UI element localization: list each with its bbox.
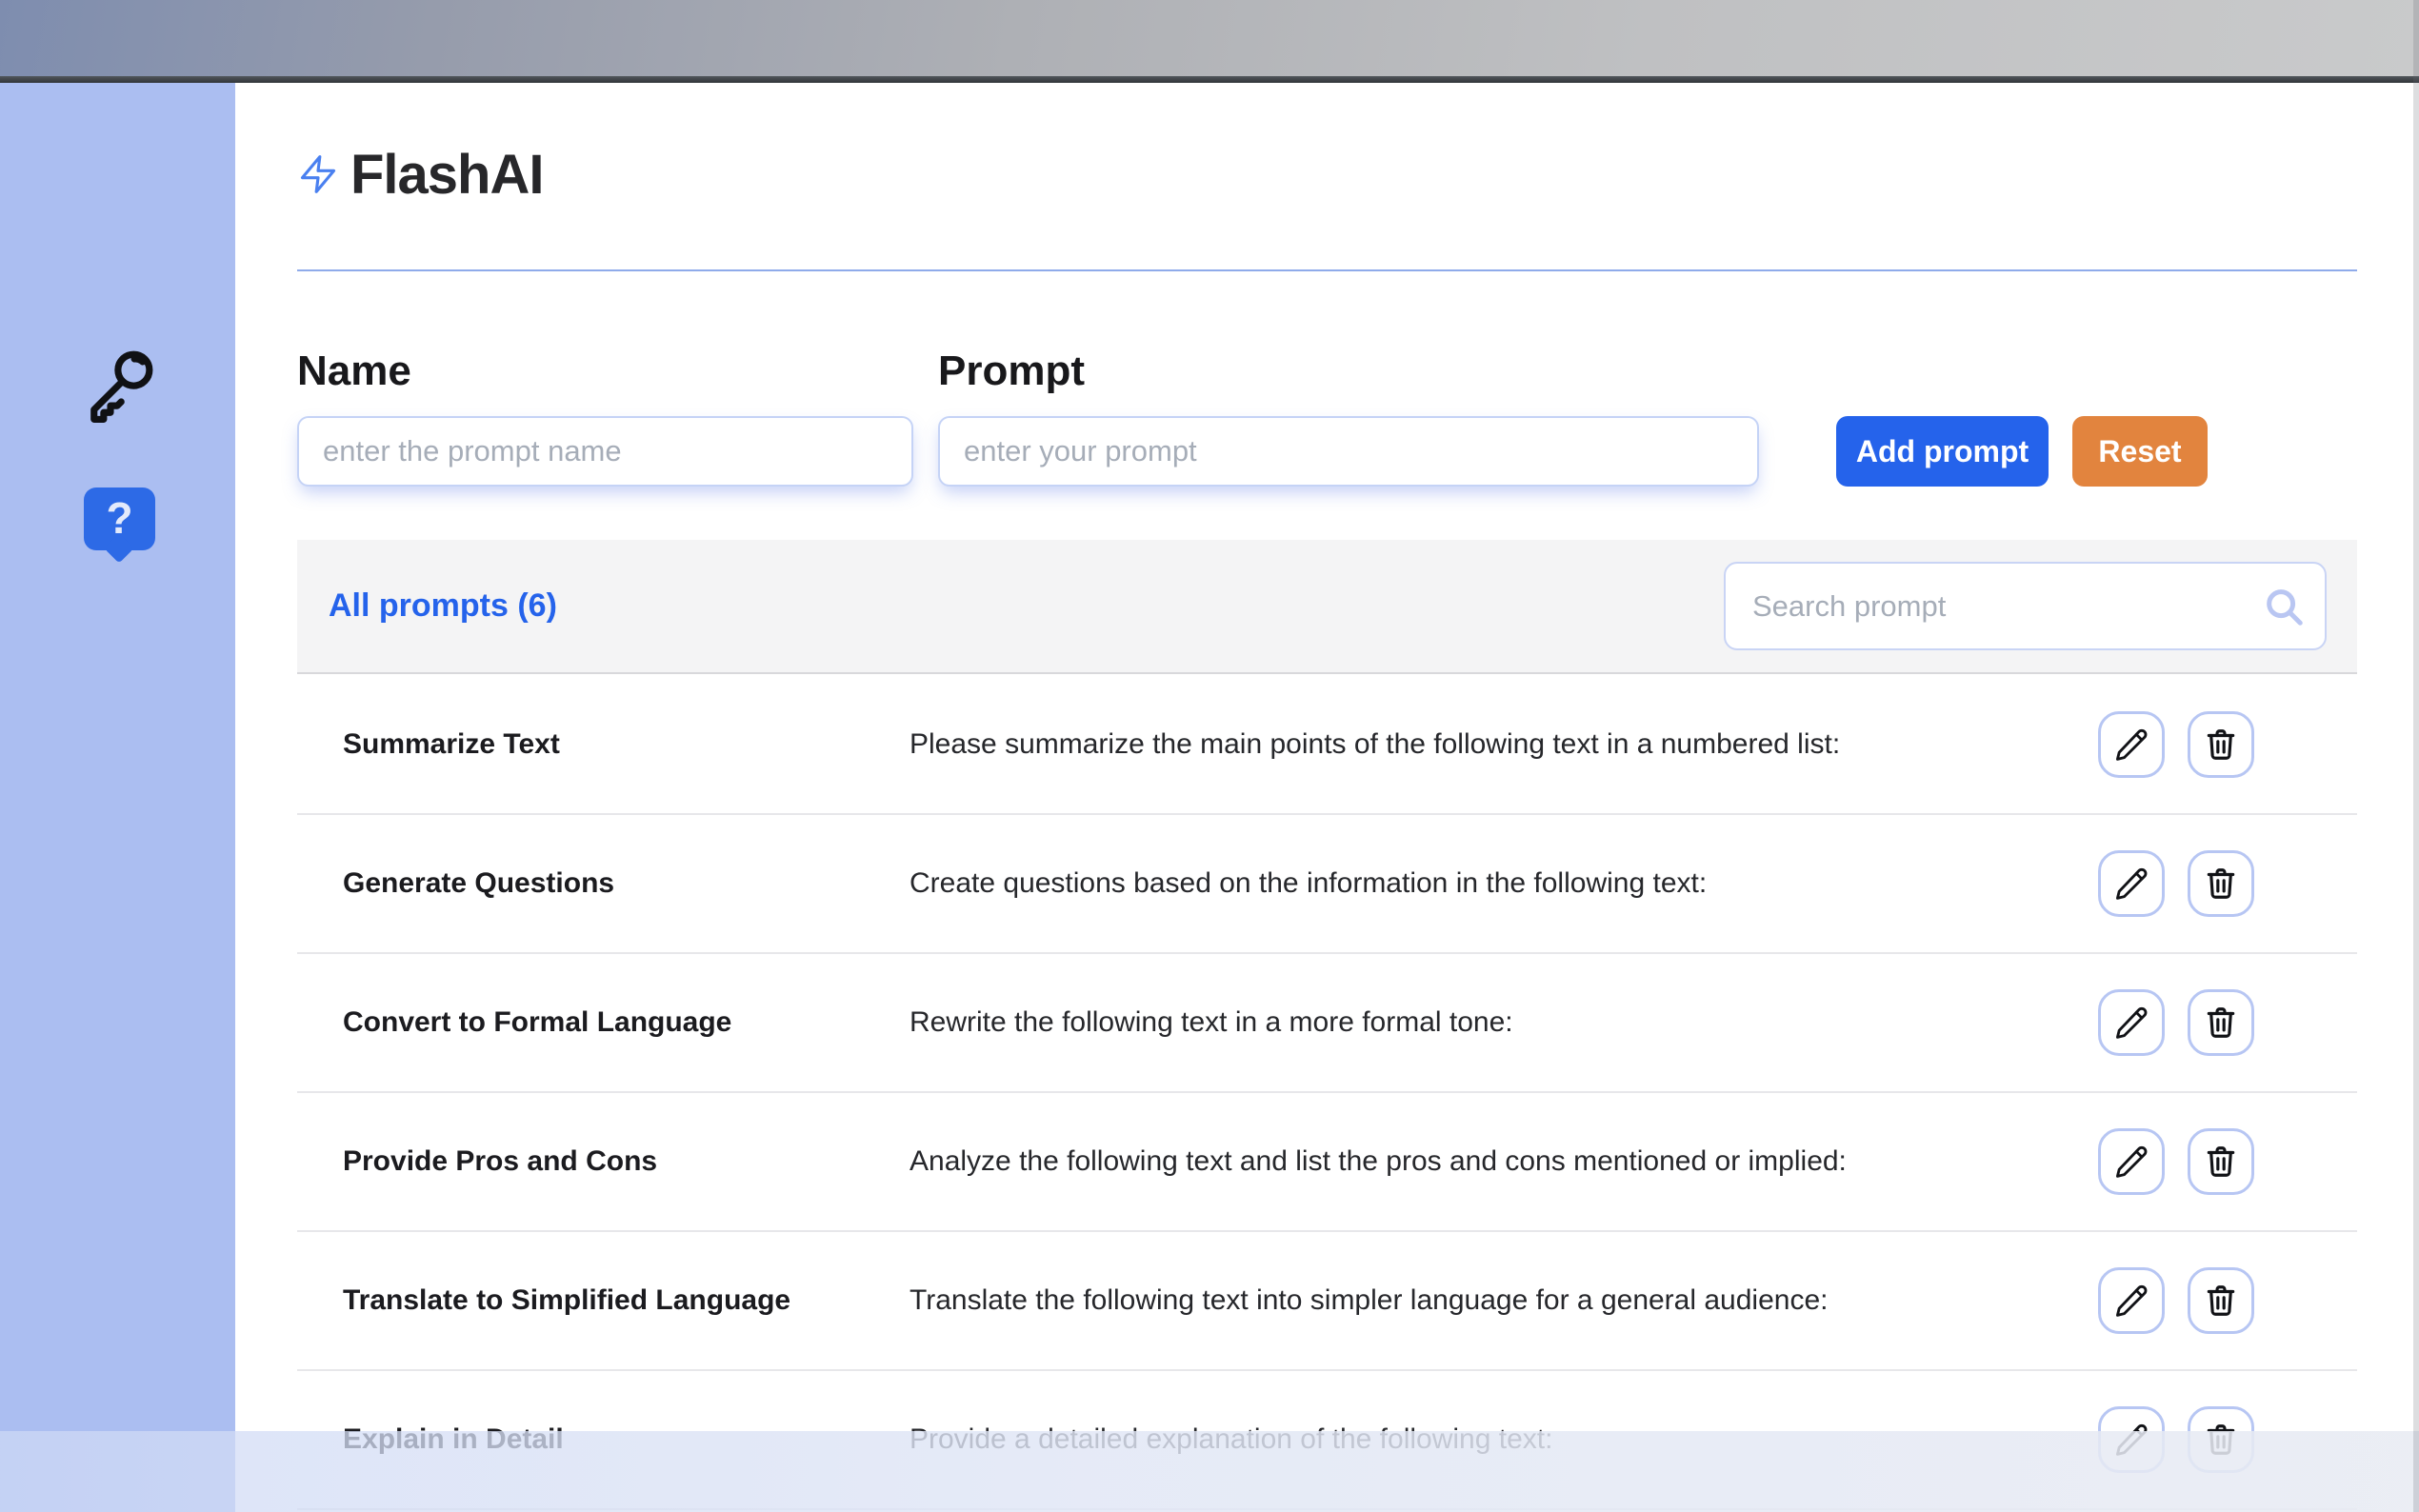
pencil-icon xyxy=(2113,1283,2149,1319)
brand-name: FlashAI xyxy=(350,143,544,207)
edit-prompt-button[interactable] xyxy=(2098,1128,2165,1195)
window-title-bar xyxy=(0,0,2419,76)
delete-prompt-button[interactable] xyxy=(2188,850,2254,917)
delete-prompt-button[interactable] xyxy=(2188,1267,2254,1334)
trash-icon xyxy=(2203,1005,2239,1041)
window-right-edge xyxy=(2413,0,2419,1512)
edit-prompt-button[interactable] xyxy=(2098,850,2165,917)
prompt-row-actions xyxy=(2098,850,2254,917)
brand-logo: FlashAI xyxy=(297,138,544,210)
prompt-row-actions xyxy=(2098,1128,2254,1195)
trash-icon xyxy=(2203,726,2239,763)
prompt-row: Generate Questions Create questions base… xyxy=(297,815,2357,954)
delete-prompt-button[interactable] xyxy=(2188,989,2254,1056)
name-input[interactable] xyxy=(297,416,913,487)
prompt-row: Convert to Formal Language Rewrite the f… xyxy=(297,954,2357,1093)
window-title-bar-edge xyxy=(0,76,2419,83)
edit-prompt-button[interactable] xyxy=(2098,1267,2165,1334)
edit-prompt-button[interactable] xyxy=(2098,711,2165,778)
prompt-row-text: Create questions based on the informatio… xyxy=(910,867,2098,900)
name-field: Name xyxy=(297,348,913,487)
main-area: FlashAI Name Prompt Add prompt Reset All… xyxy=(235,83,2419,1512)
prompt-row-actions xyxy=(2098,1267,2254,1334)
pencil-icon xyxy=(2113,1144,2149,1180)
trash-icon xyxy=(2203,1144,2239,1180)
prompt-list: Summarize Text Please summarize the main… xyxy=(297,676,2357,1510)
api-key-icon[interactable] xyxy=(76,342,162,428)
prompt-row-text: Analyze the following text and list the … xyxy=(910,1145,2098,1178)
bottom-glass-overlay xyxy=(0,1431,2419,1512)
all-prompts-title: All prompts (6) xyxy=(329,587,557,625)
trash-icon xyxy=(2203,865,2239,902)
prompt-row: Translate to Simplified Language Transla… xyxy=(297,1232,2357,1371)
help-icon[interactable]: ? xyxy=(84,487,155,550)
prompt-row: Summarize Text Please summarize the main… xyxy=(297,676,2357,815)
prompt-row-text: Translate the following text into simple… xyxy=(910,1284,2098,1317)
prompt-row-name: Convert to Formal Language xyxy=(297,1006,910,1039)
prompt-input[interactable] xyxy=(938,416,1759,487)
header-divider xyxy=(297,269,2357,271)
prompt-row-actions xyxy=(2098,989,2254,1056)
sidebar: ? xyxy=(0,83,235,1512)
search-input[interactable] xyxy=(1724,562,2327,650)
delete-prompt-button[interactable] xyxy=(2188,711,2254,778)
pencil-icon xyxy=(2113,865,2149,902)
prompt-row-text: Rewrite the following text in a more for… xyxy=(910,1006,2098,1039)
prompt-row-name: Provide Pros and Cons xyxy=(297,1145,910,1178)
search-icon xyxy=(2262,585,2306,628)
prompt-row-name: Translate to Simplified Language xyxy=(297,1284,910,1317)
prompt-row-text: Please summarize the main points of the … xyxy=(910,728,2098,761)
delete-prompt-button[interactable] xyxy=(2188,1128,2254,1195)
pencil-icon xyxy=(2113,726,2149,763)
search-box xyxy=(1724,562,2327,650)
prompt-field: Prompt xyxy=(938,348,1759,487)
edit-prompt-button[interactable] xyxy=(2098,989,2165,1056)
pencil-icon xyxy=(2113,1005,2149,1041)
prompts-panel-header: All prompts (6) xyxy=(297,540,2357,674)
prompt-row-name: Summarize Text xyxy=(297,728,910,761)
prompt-row: Provide Pros and Cons Analyze the follow… xyxy=(297,1093,2357,1232)
prompt-row-actions xyxy=(2098,711,2254,778)
reset-button[interactable]: Reset xyxy=(2072,416,2208,487)
prompt-form: Name Prompt Add prompt Reset xyxy=(297,348,2208,487)
trash-icon xyxy=(2203,1283,2239,1319)
add-prompt-button[interactable]: Add prompt xyxy=(1836,416,2049,487)
help-question-glyph: ? xyxy=(106,496,132,540)
prompt-label: Prompt xyxy=(938,348,1759,395)
name-label: Name xyxy=(297,348,913,395)
lightning-bolt-icon xyxy=(297,138,339,210)
prompt-row-name: Generate Questions xyxy=(297,867,910,900)
